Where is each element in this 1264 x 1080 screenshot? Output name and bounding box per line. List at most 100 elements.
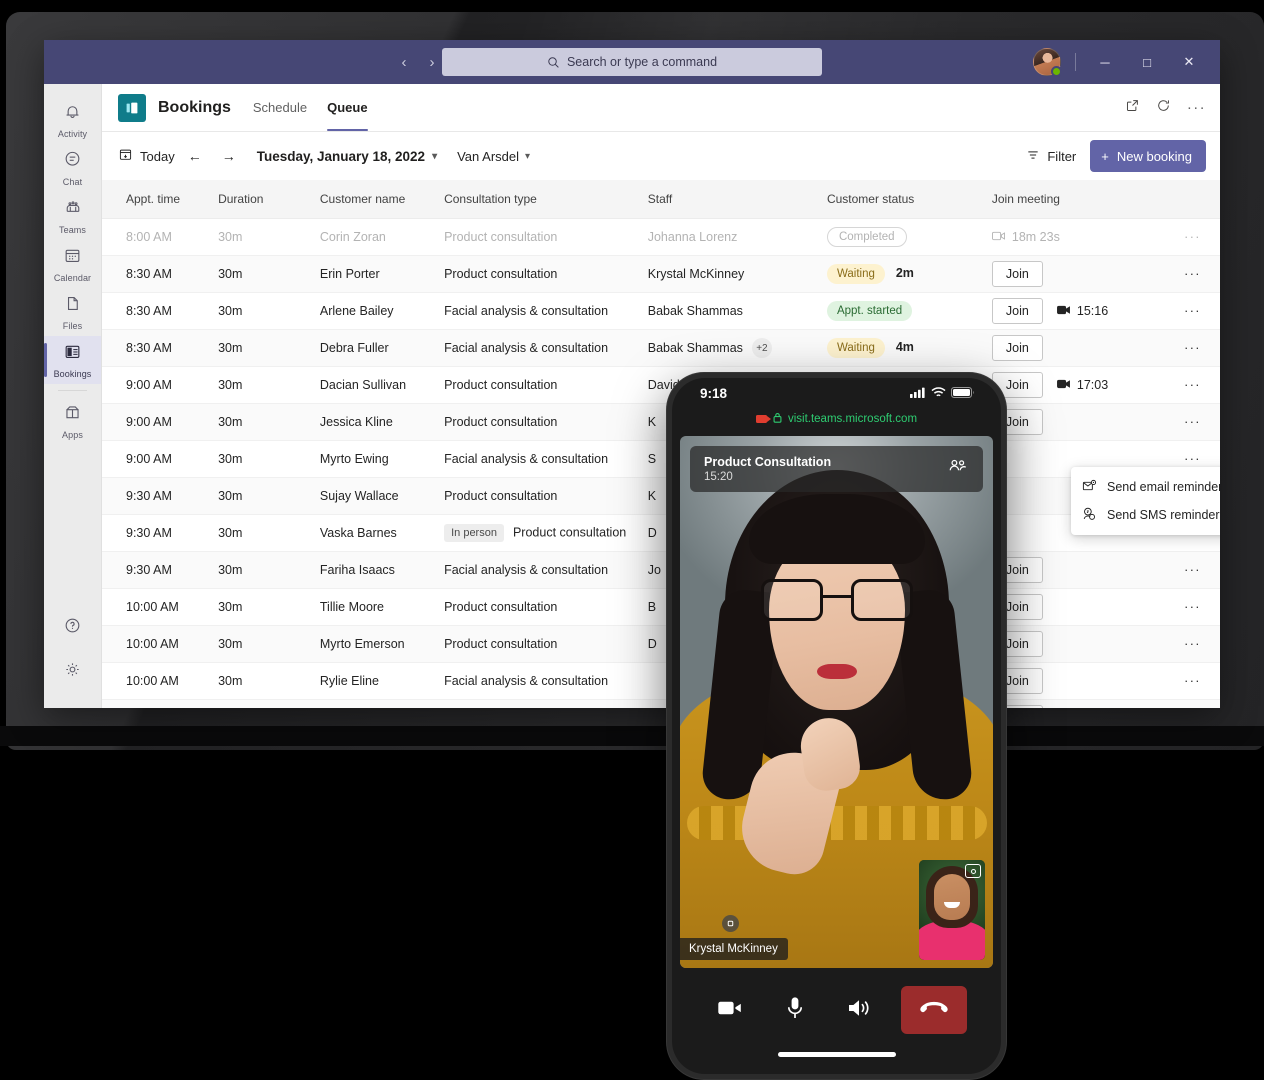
close-button[interactable]: ✕ xyxy=(1168,40,1210,84)
open-in-new-window-icon[interactable] xyxy=(1125,98,1140,118)
tab-queue[interactable]: Queue xyxy=(327,84,367,131)
row-more-options-icon[interactable]: ··· xyxy=(1165,367,1220,404)
table-row[interactable]: 9:30 AM30mFariha IsaacsFacial analysis &… xyxy=(102,552,1220,589)
settings-button[interactable] xyxy=(44,650,101,694)
forward-button[interactable]: › xyxy=(421,51,443,73)
column-header-appt-time[interactable]: Appt. time xyxy=(102,180,218,219)
queue-table-head: Appt. time Duration Customer name Consul… xyxy=(102,180,1220,219)
sidebar-item-bookings[interactable]: Bookings xyxy=(44,336,101,384)
join-button[interactable]: Join xyxy=(992,298,1043,324)
more-options-icon[interactable]: ··· xyxy=(1187,99,1206,116)
join-button[interactable]: Join xyxy=(992,335,1043,361)
table-row[interactable]: 9:00 AM30mJessica KlineProduct consultat… xyxy=(102,404,1220,441)
refresh-icon[interactable] xyxy=(1156,98,1171,118)
cell-staff: Krystal McKinney xyxy=(648,256,827,293)
back-button[interactable]: ‹ xyxy=(393,51,415,73)
queue-table-wrapper[interactable]: Appt. time Duration Customer name Consul… xyxy=(102,180,1220,708)
table-row[interactable]: 10:00 AM30mMyrto EmersonProduct consulta… xyxy=(102,626,1220,663)
table-row[interactable]: 8:30 AM30mDebra FullerFacial analysis & … xyxy=(102,330,1220,367)
filter-button[interactable]: Filter xyxy=(1026,148,1076,165)
microphone-button[interactable] xyxy=(771,988,819,1032)
minimize-button[interactable]: ─ xyxy=(1084,40,1126,84)
row-more-options-icon[interactable]: ··· xyxy=(1165,256,1220,293)
join-button[interactable]: Join xyxy=(992,261,1043,287)
participants-icon[interactable] xyxy=(947,458,969,481)
sidebar-label-bookings: Bookings xyxy=(54,369,92,379)
row-more-options-icon[interactable]: ··· xyxy=(1165,663,1220,700)
sidebar-item-activity[interactable]: Activity xyxy=(44,96,101,144)
cell-join-meeting: Join17:03 xyxy=(992,367,1165,404)
row-more-options-icon[interactable]: ··· xyxy=(1165,700,1220,709)
table-row[interactable]: 10:00 AM30mTillie MooreProduct consultat… xyxy=(102,589,1220,626)
table-row[interactable]: 9:00 AM30mDacian SullivanProduct consult… xyxy=(102,367,1220,404)
maximize-button[interactable]: □ xyxy=(1126,40,1168,84)
self-view-video[interactable] xyxy=(919,860,985,960)
cell-duration: 30m xyxy=(218,219,320,256)
phone-url-bar: visit.teams.microsoft.com xyxy=(672,408,1001,430)
phone-home-indicator xyxy=(672,1052,1001,1074)
sidebar-item-chat[interactable]: Chat xyxy=(44,144,101,192)
new-booking-button[interactable]: + New booking xyxy=(1090,140,1206,172)
row-more-options-icon[interactable]: ··· xyxy=(1165,626,1220,663)
column-header-staff[interactable]: Staff xyxy=(648,180,827,219)
sidebar-item-files[interactable]: Files xyxy=(44,288,101,336)
join-wrapper: Join xyxy=(992,557,1165,583)
sidebar-item-calendar[interactable]: Calendar xyxy=(44,240,101,288)
cell-customer-name: Arlene Bailey xyxy=(320,293,444,330)
table-row[interactable]: 9:30 AM30mSujay WallaceProduct consultat… xyxy=(102,478,1220,515)
row-more-options-icon[interactable]: ··· xyxy=(1165,589,1220,626)
switch-camera-icon[interactable] xyxy=(965,864,981,878)
business-picker[interactable]: Van Arsdel ▾ xyxy=(457,149,530,164)
cell-duration: 30m xyxy=(218,441,320,478)
table-row[interactable]: 9:30 AM30mVaska BarnesIn personProduct c… xyxy=(102,515,1220,552)
table-row[interactable]: 10:30 AM30mHenry MattinProduct consultat… xyxy=(102,700,1220,709)
table-row[interactable]: 8:30 AM30mArlene BaileyFacial analysis &… xyxy=(102,293,1220,330)
column-header-consultation-type[interactable]: Consultation type xyxy=(444,180,648,219)
chevron-down-icon: ▾ xyxy=(525,151,530,162)
row-more-options-icon[interactable]: ··· xyxy=(1165,404,1220,441)
cellular-signal-icon xyxy=(910,386,926,401)
cell-join-meeting: Join xyxy=(992,663,1165,700)
video-stage[interactable]: Product Consultation 15:20 Krystal McKin… xyxy=(680,436,993,968)
cell-join-meeting: Join xyxy=(992,552,1165,589)
cell-consultation-type: Product consultation xyxy=(444,626,648,663)
menu-item-send-sms-reminder[interactable]: Send SMS reminder xyxy=(1071,501,1220,529)
row-more-options-icon[interactable]: ··· xyxy=(1165,330,1220,367)
avatar[interactable] xyxy=(1033,48,1061,76)
date-picker[interactable]: Tuesday, January 18, 2022 ▾ xyxy=(257,149,437,164)
cell-customer-name: Jessica Kline xyxy=(320,404,444,441)
table-row[interactable]: 10:00 AM30mRylie ElineFacial analysis & … xyxy=(102,663,1220,700)
column-header-duration[interactable]: Duration xyxy=(218,180,320,219)
wait-time: 2m xyxy=(896,266,914,280)
cell-duration: 30m xyxy=(218,330,320,367)
sidebar-item-apps[interactable]: Apps xyxy=(44,397,101,445)
mail-reminder-icon xyxy=(1081,478,1097,497)
cell-consultation-type: Facial analysis & consultation xyxy=(444,330,648,367)
sidebar-item-teams[interactable]: Teams xyxy=(44,192,101,240)
teams-window: ‹ › Search or type a command ─ □ ✕ xyxy=(44,40,1220,708)
column-header-customer-name[interactable]: Customer name xyxy=(320,180,444,219)
camera-button[interactable] xyxy=(706,988,754,1032)
hangup-button[interactable] xyxy=(901,986,967,1034)
next-day-button[interactable]: → xyxy=(215,142,243,170)
table-row[interactable]: 8:00 AM30mCorin ZoranProduct consultatio… xyxy=(102,219,1220,256)
row-more-options-icon[interactable]: ··· xyxy=(1165,552,1220,589)
row-more-options-icon[interactable]: ··· xyxy=(1165,293,1220,330)
help-button[interactable] xyxy=(44,606,101,650)
search-input[interactable]: Search or type a command xyxy=(442,48,822,76)
tab-schedule[interactable]: Schedule xyxy=(253,84,307,131)
column-header-customer-status[interactable]: Customer status xyxy=(827,180,992,219)
cell-consultation-type: Facial analysis & consultation xyxy=(444,552,648,589)
app-tabs: Schedule Queue xyxy=(253,84,368,131)
column-header-join-meeting[interactable]: Join meeting xyxy=(992,180,1165,219)
table-row[interactable]: 8:30 AM30mErin PorterProduct consultatio… xyxy=(102,256,1220,293)
video-camera-icon xyxy=(1057,378,1070,392)
speaker-button[interactable] xyxy=(836,988,884,1032)
menu-item-send-email-reminder[interactable]: Send email reminder › xyxy=(1071,473,1220,501)
previous-day-button[interactable]: ← xyxy=(181,142,209,170)
today-button[interactable]: Today xyxy=(118,147,175,165)
table-row[interactable]: 9:00 AM30mMyrto EwingFacial analysis & c… xyxy=(102,441,1220,478)
row-more-options-icon[interactable]: ··· xyxy=(1165,219,1220,256)
new-booking-label: New booking xyxy=(1117,149,1192,164)
participant-blouse-ruffle xyxy=(687,806,987,840)
